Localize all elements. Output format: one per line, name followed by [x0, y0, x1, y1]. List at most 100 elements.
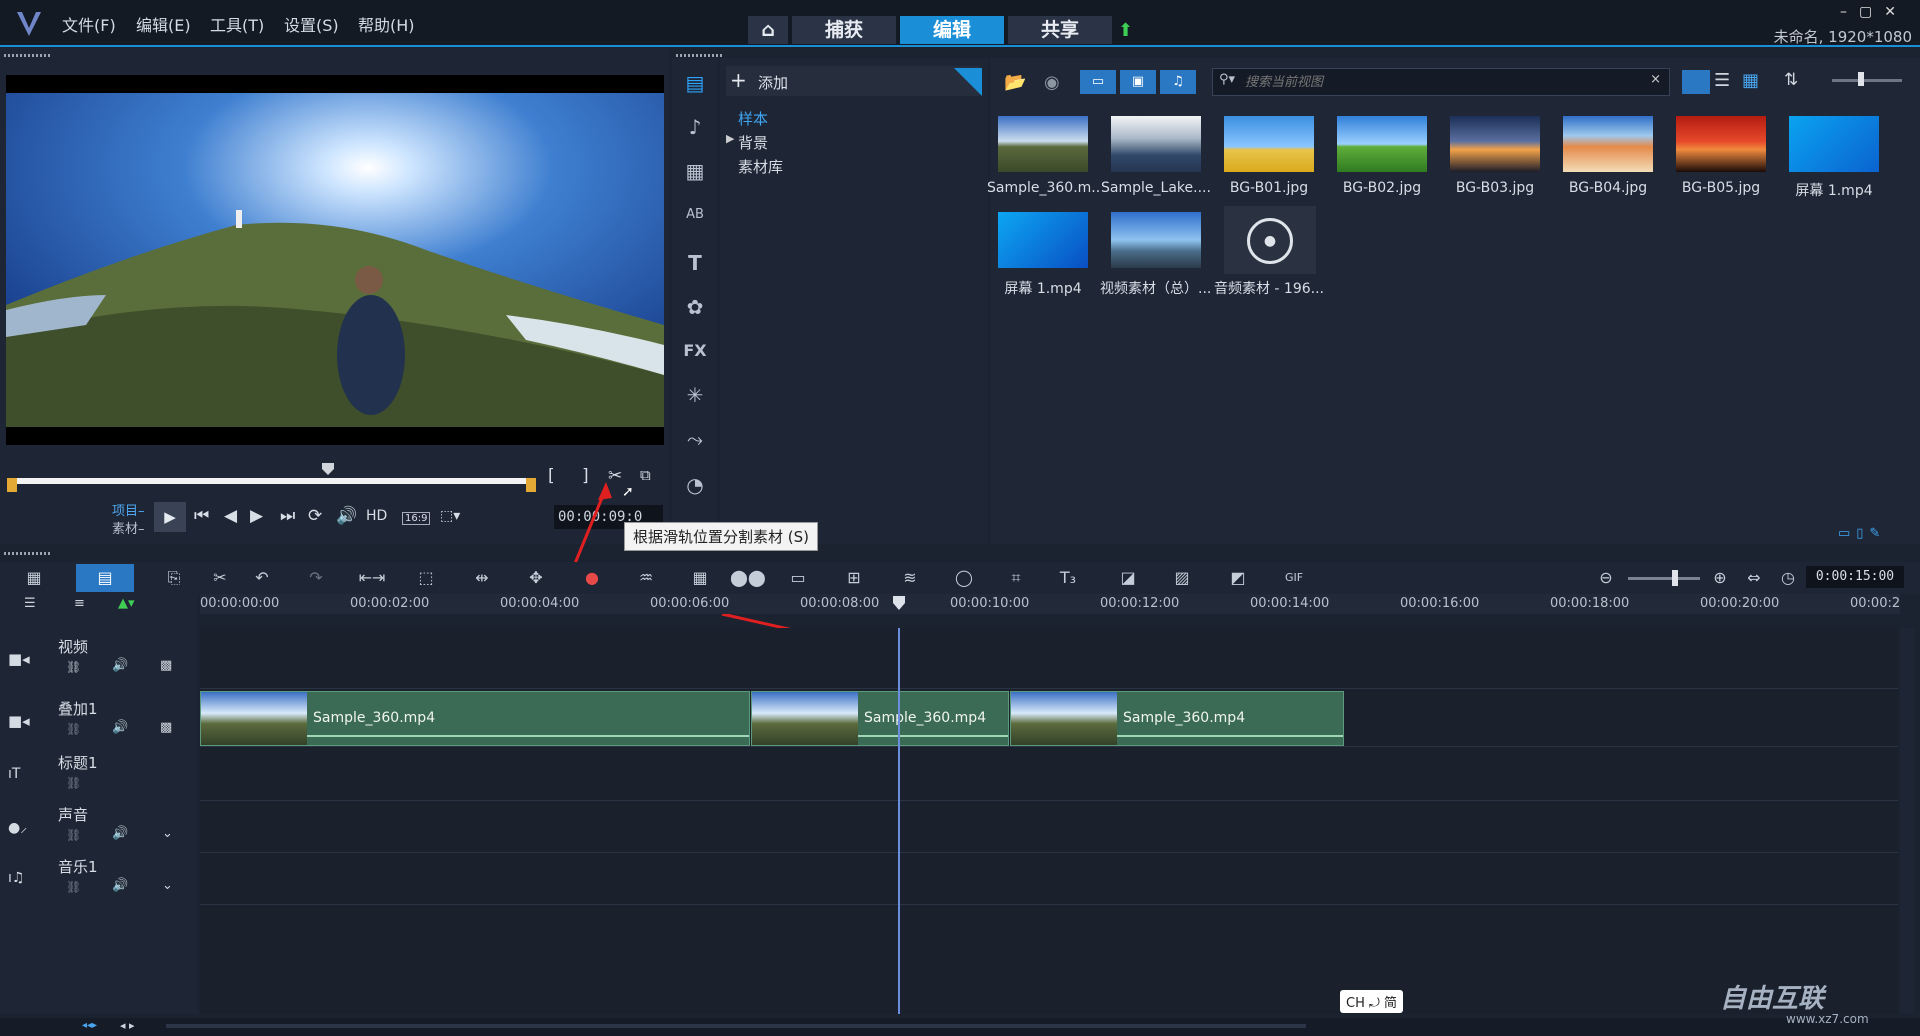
mute-icon[interactable]: 🔊	[112, 720, 128, 735]
menu-tools[interactable]: 工具(T)	[210, 12, 264, 36]
magic-icon[interactable]: ✳	[680, 380, 710, 410]
pan-icon[interactable]: ✥	[520, 564, 552, 592]
link-icon[interactable]: ⛓	[66, 776, 81, 790]
grid-icon[interactable]: ▩	[160, 720, 172, 735]
split-icon[interactable]: ⇹	[466, 564, 498, 592]
prev-frame-icon[interactable]: ◀	[224, 506, 237, 526]
thumb-size-slider-handle[interactable]	[1858, 72, 1864, 86]
add-track-icon[interactable]: ▲▾	[118, 596, 135, 611]
thumb-screen-1[interactable]	[1789, 116, 1879, 172]
fit-icon[interactable]: ⇤⇥	[356, 564, 388, 592]
fx-icon[interactable]: FX	[680, 336, 710, 366]
repeat-icon[interactable]: ⟳	[308, 506, 322, 526]
add-folder-button[interactable]: + 添加	[726, 66, 980, 96]
grid-icon[interactable]: ▩	[160, 658, 172, 673]
instant-project-icon[interactable]: ♪	[680, 112, 710, 142]
volume-icon[interactable]: 🔊	[336, 506, 357, 526]
menu-file[interactable]: 文件(F)	[62, 12, 116, 36]
menu-help[interactable]: 帮助(H)	[358, 12, 415, 36]
search-box[interactable]: ⚲▾ ×	[1212, 68, 1670, 96]
vertical-scrollbar[interactable]	[1900, 628, 1914, 1014]
loop-icon[interactable]: ◯	[948, 564, 980, 592]
horizontal-scrollbar[interactable]	[166, 1024, 1306, 1028]
record-capture-icon[interactable]: ●	[576, 564, 608, 592]
color-grade-icon[interactable]: ◩	[1222, 564, 1254, 592]
media-icon[interactable]: ▤	[680, 68, 710, 98]
speed-ramp-icon[interactable]: ≋	[894, 564, 926, 592]
mask-icon[interactable]: ◪	[1112, 564, 1144, 592]
redo-icon[interactable]: ↷	[300, 564, 332, 592]
fit-timeline-icon[interactable]: ◂◂▸	[82, 1020, 97, 1031]
audio-wave-icon[interactable]: ♒	[630, 564, 662, 592]
thumb-bg-b01[interactable]	[1224, 116, 1314, 172]
mute-icon[interactable]: 🔊	[112, 826, 128, 841]
menu-edit[interactable]: 编辑(E)	[136, 12, 191, 36]
link-icon[interactable]: ⛓	[66, 828, 81, 842]
gif-icon[interactable]: GIF	[1278, 564, 1310, 592]
search-input[interactable]	[1243, 71, 1627, 93]
next-frame-icon[interactable]: ▶	[250, 506, 263, 526]
storyboard-view-icon[interactable]: ▦	[18, 564, 50, 592]
window-controls[interactable]: –▢✕	[1840, 4, 1908, 20]
end-icon[interactable]: ⏭	[280, 506, 295, 526]
tools-icon[interactable]: ✂	[204, 564, 236, 592]
motion-icon[interactable]: ⬤⬤	[730, 564, 766, 592]
link-icon[interactable]: ⛓	[66, 880, 81, 894]
thumb-size-slider[interactable]	[1832, 79, 1902, 82]
thumb-sample-360[interactable]	[998, 116, 1088, 172]
project-mode-label[interactable]: 项目–	[112, 500, 145, 519]
view-list-icon[interactable]: ☰	[1714, 70, 1730, 91]
chevron-down-icon[interactable]: ⌄	[162, 878, 173, 893]
mute-icon[interactable]: 🔊	[112, 878, 128, 893]
text-icon[interactable]: T	[680, 248, 710, 278]
painting-icon[interactable]: ▨	[1166, 564, 1198, 592]
thumb-bg-b03[interactable]	[1450, 116, 1540, 172]
thumb-bg-b04[interactable]	[1563, 116, 1653, 172]
clip-mode-label[interactable]: 素材–	[112, 518, 145, 537]
timeline-view-icon[interactable]: ▤	[76, 564, 134, 592]
fit-project-icon[interactable]: ⇔	[1738, 564, 1770, 592]
timeline-clip[interactable]: Sample_360.mp4	[1010, 691, 1344, 746]
aspect-ratio-button[interactable]: 16:9	[402, 512, 431, 525]
preview-video[interactable]	[6, 75, 664, 445]
multi-cam-icon[interactable]: ⊞	[838, 564, 870, 592]
trim-start-handle[interactable]	[7, 478, 17, 492]
3d-title-icon[interactable]: T₃	[1052, 564, 1084, 592]
menu-settings[interactable]: 设置(S)	[284, 12, 339, 36]
timeline-ruler[interactable]	[200, 594, 1900, 614]
scrubber-head-icon[interactable]	[322, 463, 334, 475]
zoom-slider-handle[interactable]	[1672, 570, 1678, 586]
link-icon[interactable]: ⛓	[66, 660, 81, 674]
filter-video-icon[interactable]: ▭	[1080, 70, 1116, 94]
record-icon[interactable]: ◉	[1044, 72, 1060, 93]
display-mode-icon[interactable]: ⬚▾	[440, 508, 460, 524]
zoom-in-icon[interactable]: ⊕	[1704, 564, 1736, 592]
thumb-screen-1b[interactable]	[998, 212, 1088, 268]
clear-search-icon[interactable]: ×	[1650, 72, 1661, 87]
crop-icon[interactable]: ⬚	[410, 564, 442, 592]
zoom-slider[interactable]	[1628, 577, 1700, 580]
copy-icon[interactable]: ⎘	[158, 564, 190, 592]
trim-end-handle[interactable]	[526, 478, 536, 492]
subtitle-icon[interactable]: ▭	[782, 564, 814, 592]
play-button[interactable]: ▶	[154, 502, 186, 532]
tracking-icon[interactable]: ⌗	[1000, 564, 1032, 592]
graphics-icon[interactable]: ✿	[680, 292, 710, 322]
import-folder-icon[interactable]: 📂	[1004, 72, 1026, 93]
tab-share[interactable]: 共享	[1008, 16, 1112, 44]
chapter-icon[interactable]: ≡	[74, 596, 85, 611]
view-thumbnail-icon[interactable]	[1682, 70, 1710, 94]
preview-scrubber[interactable]	[10, 478, 534, 484]
undo-icon[interactable]: ↶	[246, 564, 278, 592]
tab-capture[interactable]: 捕获	[792, 16, 896, 44]
timeline-clip[interactable]: Sample_360.mp4	[751, 691, 1009, 746]
tab-edit[interactable]: 编辑	[900, 16, 1004, 44]
thumb-bg-b05[interactable]	[1676, 116, 1766, 172]
thumb-bg-b02[interactable]	[1337, 116, 1427, 172]
auto-music-icon[interactable]: ▦	[684, 564, 716, 592]
mute-icon[interactable]: 🔊	[112, 658, 128, 673]
tree-item-backgrounds[interactable]: 背景	[738, 132, 768, 153]
thumb-sample-lake[interactable]	[1111, 116, 1201, 172]
tree-item-samples[interactable]: 样本	[738, 108, 768, 129]
expand-arrow-icon[interactable]: ▶	[726, 132, 734, 145]
